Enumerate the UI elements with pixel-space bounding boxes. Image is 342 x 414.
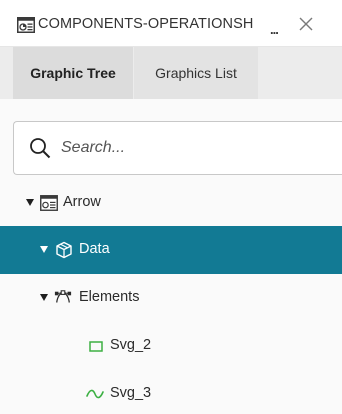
tree-node-label: Data	[79, 241, 110, 257]
graphic-tree-panel: COMPONENTS-OPERATIONSH ... Graphic Tree …	[0, 0, 342, 414]
expand-caret-icon[interactable]	[40, 246, 48, 253]
tree-node-elements[interactable]: Elements	[0, 274, 342, 322]
expand-caret-icon[interactable]	[40, 294, 48, 301]
cube-icon	[56, 241, 72, 259]
window-icon	[40, 195, 58, 211]
expand-caret-icon[interactable]	[26, 199, 34, 206]
tree-node-label: Svg_3	[110, 385, 152, 401]
tree-node-label: Elements	[79, 289, 140, 305]
tree-node-data[interactable]: Data	[0, 226, 342, 274]
tree-node-label: Arrow	[63, 194, 101, 210]
search-icon	[30, 138, 51, 159]
search-input[interactable]	[61, 134, 331, 162]
tab-bar: Graphic Tree Graphics List	[0, 47, 342, 99]
tab-graphics-list[interactable]: Graphics List	[134, 47, 258, 99]
tree-node-arrow[interactable]: Arrow	[0, 179, 342, 227]
panel-header: COMPONENTS-OPERATIONSH ...	[0, 0, 342, 47]
close-icon[interactable]	[298, 16, 314, 32]
page-title: COMPONENTS-OPERATIONSH	[38, 16, 254, 32]
search-box	[13, 121, 342, 175]
vector-nodes-icon	[54, 290, 72, 303]
wave-line-icon	[86, 389, 104, 399]
rectangle-shape-icon	[89, 341, 103, 352]
tree-node-label: Svg_2	[110, 337, 152, 353]
tree-node-svg-2[interactable]: Svg_2	[0, 322, 342, 370]
tree-node-svg-3[interactable]: Svg_3	[0, 370, 342, 414]
dashboard-document-icon	[17, 17, 35, 33]
title-overflow-ellipsis: ...	[270, 22, 279, 37]
tab-graphic-tree[interactable]: Graphic Tree	[13, 47, 133, 99]
